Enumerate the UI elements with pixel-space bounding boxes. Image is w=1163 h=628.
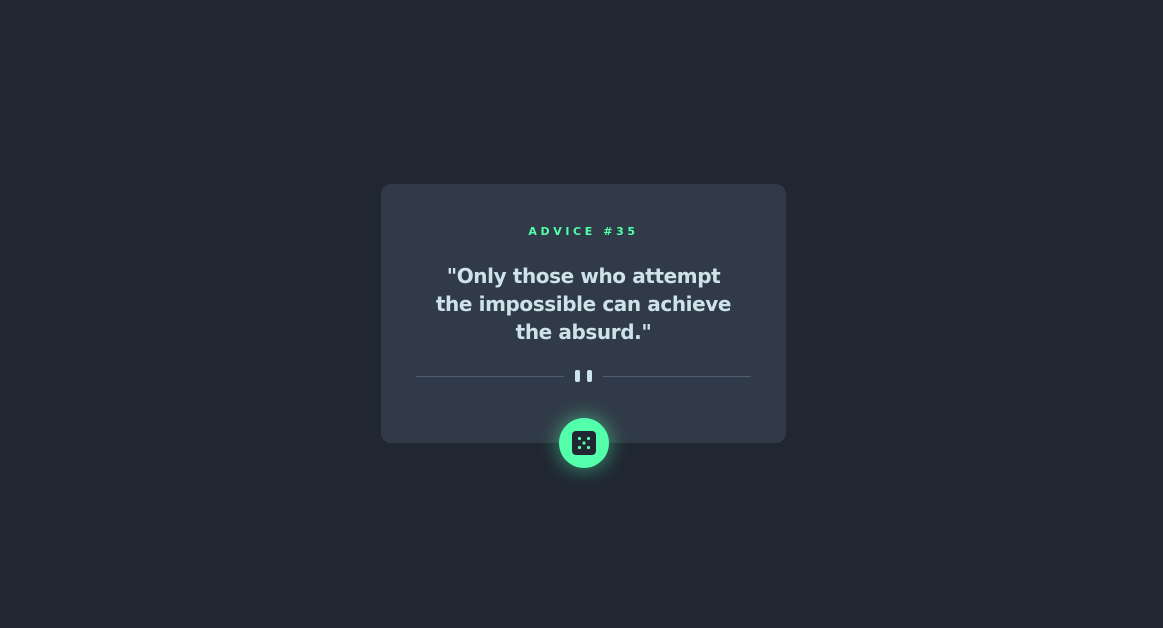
advice-quote: "Only those who attempt the impossible c… <box>435 264 732 344</box>
divider-line-left <box>416 376 564 377</box>
divider-line-right <box>603 376 751 377</box>
generate-advice-button[interactable] <box>559 418 609 468</box>
dice-icon <box>572 431 596 455</box>
pause-icon <box>575 370 592 382</box>
advice-number: ADVICE #35 <box>528 225 639 238</box>
pattern-divider <box>416 369 751 383</box>
advice-card: ADVICE #35 "Only those who attempt the i… <box>381 184 786 443</box>
page: ADVICE #35 "Only those who attempt the i… <box>0 0 1163 628</box>
